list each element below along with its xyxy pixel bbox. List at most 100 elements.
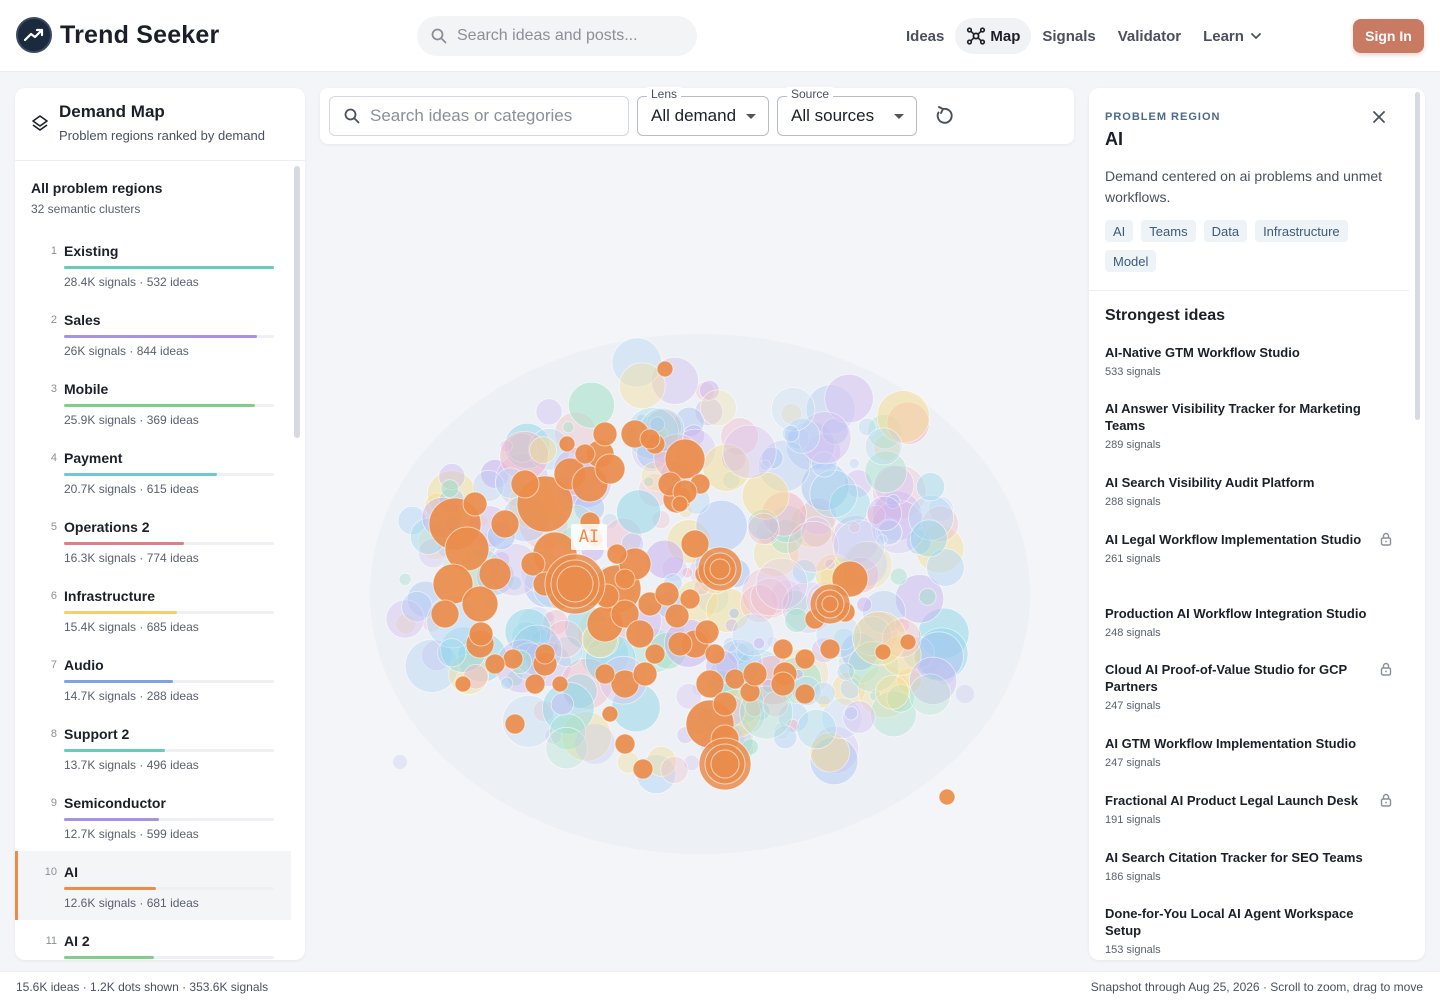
map-dot[interactable] — [575, 724, 615, 764]
map-dot-highlighted[interactable] — [671, 495, 689, 513]
map-dot-highlighted[interactable] — [558, 435, 576, 453]
reset-icon[interactable] — [932, 104, 956, 128]
map-dot-highlighted[interactable] — [504, 713, 526, 735]
map-dot[interactable] — [866, 495, 903, 532]
map-dot-highlighted[interactable] — [819, 638, 841, 660]
scrollbar[interactable] — [294, 166, 300, 438]
map-dot-highlighted[interactable] — [454, 675, 472, 693]
map-dot-highlighted[interactable] — [664, 603, 690, 629]
map-dot[interactable] — [935, 664, 955, 684]
lens-select[interactable]: Lens All demand — [637, 87, 769, 136]
map-dot-highlighted[interactable] — [490, 509, 520, 539]
map-dot[interactable] — [843, 706, 859, 721]
map-dot-highlighted[interactable] — [614, 568, 636, 590]
map-dot[interactable] — [728, 607, 740, 619]
map-dot-highlighted[interactable] — [794, 648, 816, 670]
region-tag[interactable]: AI — [1105, 220, 1134, 242]
map-dot[interactable] — [645, 539, 685, 579]
map-dot[interactable] — [796, 708, 837, 750]
global-search-input[interactable] — [457, 27, 677, 45]
map-dot[interactable] — [529, 436, 558, 465]
logo[interactable]: Trend Seeker — [16, 17, 219, 53]
map-dot[interactable] — [437, 638, 467, 668]
region-tag[interactable]: Model — [1105, 250, 1157, 272]
sign-in-button[interactable]: Sign In — [1353, 19, 1424, 53]
map-dot-highlighted[interactable] — [899, 633, 917, 651]
map-dot-highlighted[interactable] — [770, 671, 796, 697]
map-dot-highlighted[interactable] — [874, 643, 892, 661]
map-dot-highlighted[interactable] — [694, 619, 720, 645]
region-tag[interactable]: Data — [1203, 220, 1248, 242]
map-dot[interactable] — [848, 457, 860, 469]
map-search[interactable] — [329, 96, 629, 136]
map-dot[interactable] — [770, 387, 816, 432]
map-dot[interactable] — [909, 519, 948, 558]
nav-ideas[interactable]: Ideas — [895, 18, 955, 54]
map-dot-highlighted[interactable] — [794, 683, 816, 705]
idea-item[interactable]: AI Search Citation Tracker for SEO Teams… — [1105, 849, 1395, 905]
nav-learn[interactable]: Learn — [1192, 18, 1274, 54]
region-tag[interactable]: Teams — [1141, 220, 1196, 242]
idea-item[interactable]: AI Answer Visibility Tracker for Marketi… — [1105, 400, 1395, 474]
map-dot[interactable] — [562, 421, 575, 434]
map-dot-highlighted[interactable] — [461, 585, 499, 623]
map-dot-highlighted[interactable] — [632, 661, 658, 687]
map-dot-highlighted[interactable] — [551, 675, 569, 693]
nav-validator[interactable]: Validator — [1107, 18, 1192, 54]
map-dot-highlighted[interactable] — [592, 421, 618, 447]
demand-scatter-map[interactable] — [305, 144, 1089, 972]
nav-signals[interactable]: Signals — [1031, 18, 1106, 54]
map-dot[interactable] — [889, 567, 908, 586]
region-list-item[interactable]: 2 Sales 26K signals · 844 ideas — [15, 299, 291, 368]
region-list-item[interactable]: 9 Semiconductor 12.7K signals · 599 ideas — [15, 782, 291, 851]
idea-item[interactable]: Cloud AI Proof-of-Value Studio for GCP P… — [1105, 661, 1395, 735]
map-dot-highlighted[interactable] — [606, 543, 628, 565]
map-dot[interactable] — [393, 755, 407, 769]
map-search-input[interactable] — [370, 106, 610, 126]
map-dot[interactable] — [781, 424, 800, 443]
region-list-item[interactable]: 11 AI 2 — [15, 920, 291, 960]
map-dot[interactable] — [747, 512, 780, 545]
map-dot-highlighted[interactable] — [639, 428, 661, 450]
map-dot-highlighted[interactable] — [462, 491, 488, 517]
map-dot-highlighted[interactable] — [709, 558, 731, 580]
map-dot[interactable] — [875, 675, 910, 710]
region-list-item[interactable]: 6 Infrastructure 15.4K signals · 685 ideas — [15, 575, 291, 644]
map-dot[interactable] — [440, 479, 460, 498]
map-dot-highlighted[interactable] — [468, 621, 494, 647]
map-dot-highlighted[interactable] — [534, 643, 556, 665]
region-list-item[interactable]: 10 AI 12.6K signals · 681 ideas — [15, 851, 291, 920]
map-dot[interactable] — [398, 572, 412, 586]
idea-item[interactable]: Fractional AI Product Legal Launch Desk 1… — [1105, 792, 1395, 849]
map-dot[interactable] — [811, 681, 836, 706]
scrollbar[interactable] — [1415, 92, 1420, 420]
map-dot-highlighted[interactable] — [644, 643, 666, 665]
map-dot-highlighted[interactable] — [656, 360, 674, 378]
map-dot[interactable] — [836, 662, 855, 681]
map-dot-highlighted[interactable] — [484, 653, 506, 675]
map-dot[interactable] — [731, 613, 775, 657]
map-dot-highlighted[interactable] — [667, 631, 693, 657]
map-dot[interactable] — [916, 472, 946, 502]
all-problem-regions[interactable]: All problem regions 32 semantic clusters — [31, 180, 162, 216]
map-dot[interactable] — [741, 471, 790, 520]
idea-item[interactable]: AI GTM Workflow Implementation Studio 247… — [1105, 735, 1395, 792]
map-dot[interactable] — [755, 557, 808, 611]
map-dot[interactable] — [699, 389, 737, 427]
map-dot-highlighted[interactable] — [772, 638, 794, 660]
map-dot-highlighted[interactable] — [502, 648, 524, 670]
map-dot-highlighted[interactable] — [601, 705, 619, 723]
map-dot-highlighted[interactable] — [594, 663, 616, 685]
idea-item[interactable]: AI-Native GTM Workflow Studio 533 signals — [1105, 344, 1395, 400]
map-dot-highlighted[interactable] — [938, 788, 956, 806]
region-list-item[interactable]: 7 Audio 14.7K signals · 288 ideas — [15, 644, 291, 713]
map-dot-highlighted[interactable] — [704, 643, 726, 665]
map-dot[interactable] — [918, 587, 937, 606]
region-tag[interactable]: Infrastructure — [1255, 220, 1348, 242]
map-dot[interactable] — [535, 398, 563, 426]
map-dot-highlighted[interactable] — [478, 557, 512, 591]
map-dot[interactable] — [568, 381, 615, 429]
map-dot[interactable] — [956, 685, 974, 703]
idea-item[interactable]: Done-for-You Local AI Agent Workspace Se… — [1105, 905, 1395, 956]
map-dot[interactable] — [550, 692, 574, 716]
